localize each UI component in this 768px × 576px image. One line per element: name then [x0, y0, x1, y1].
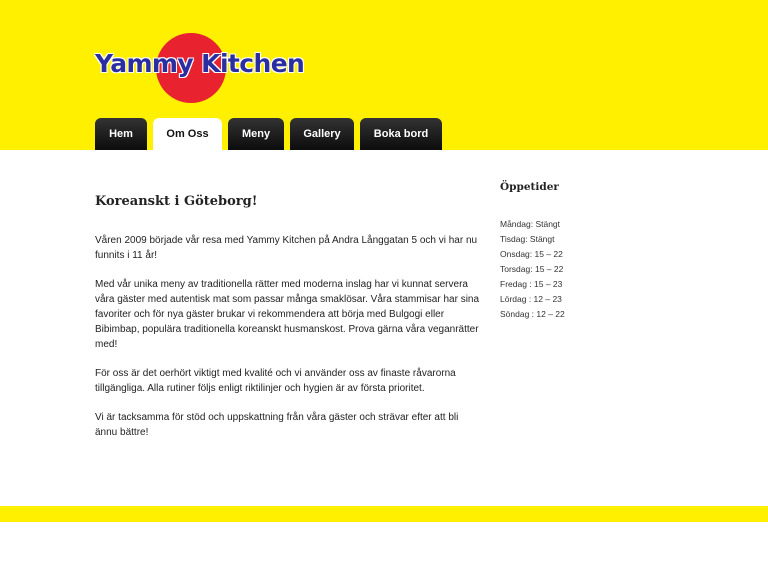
site-header: Yammy Kitchen Hem Om Oss Meny Gallery Bo…: [0, 0, 768, 150]
opening-hours-list: Måndag: Stängt Tisdag: Stängt Onsdag: 15…: [500, 217, 565, 322]
opening-hours-item: Tisdag: Stängt: [500, 234, 555, 244]
footer-bar: [0, 506, 768, 522]
opening-hours-item: Lördag : 12 – 23: [500, 294, 562, 304]
opening-hours-item: Måndag: Stängt: [500, 219, 561, 229]
logo-text: Yammy Kitchen: [95, 49, 305, 78]
nav-item-meny[interactable]: Meny: [228, 118, 284, 150]
nav-item-boka-bord[interactable]: Boka bord: [360, 118, 442, 150]
page-title: Koreanskt i Göteborg!: [95, 194, 258, 209]
about-paragraph: Vi är tacksamma för stöd och uppskattnin…: [95, 412, 459, 438]
about-paragraph: Våren 2009 började vår resa med Yammy Ki…: [95, 235, 478, 261]
main-nav: Hem Om Oss Meny Gallery Boka bord: [95, 118, 448, 150]
opening-hours-item: Torsdag: 15 – 22: [500, 264, 564, 274]
nav-item-hem[interactable]: Hem: [95, 118, 147, 150]
nav-item-om-oss[interactable]: Om Oss: [153, 118, 222, 150]
opening-hours-item: Söndag : 12 – 22: [500, 309, 565, 319]
about-text: Våren 2009 började vår resa med Yammy Ki…: [95, 233, 480, 454]
opening-hours-title: Öppetider: [500, 181, 559, 193]
opening-hours-item: Fredag : 15 – 23: [500, 279, 563, 289]
nav-item-gallery[interactable]: Gallery: [290, 118, 354, 150]
opening-hours-item: Onsdag: 15 – 22: [500, 249, 563, 259]
about-paragraph: Med vår unika meny av traditionella rätt…: [95, 279, 480, 350]
about-paragraph: För oss är det oerhört viktigt med kvali…: [95, 368, 456, 394]
site-logo[interactable]: Yammy Kitchen: [95, 33, 305, 109]
